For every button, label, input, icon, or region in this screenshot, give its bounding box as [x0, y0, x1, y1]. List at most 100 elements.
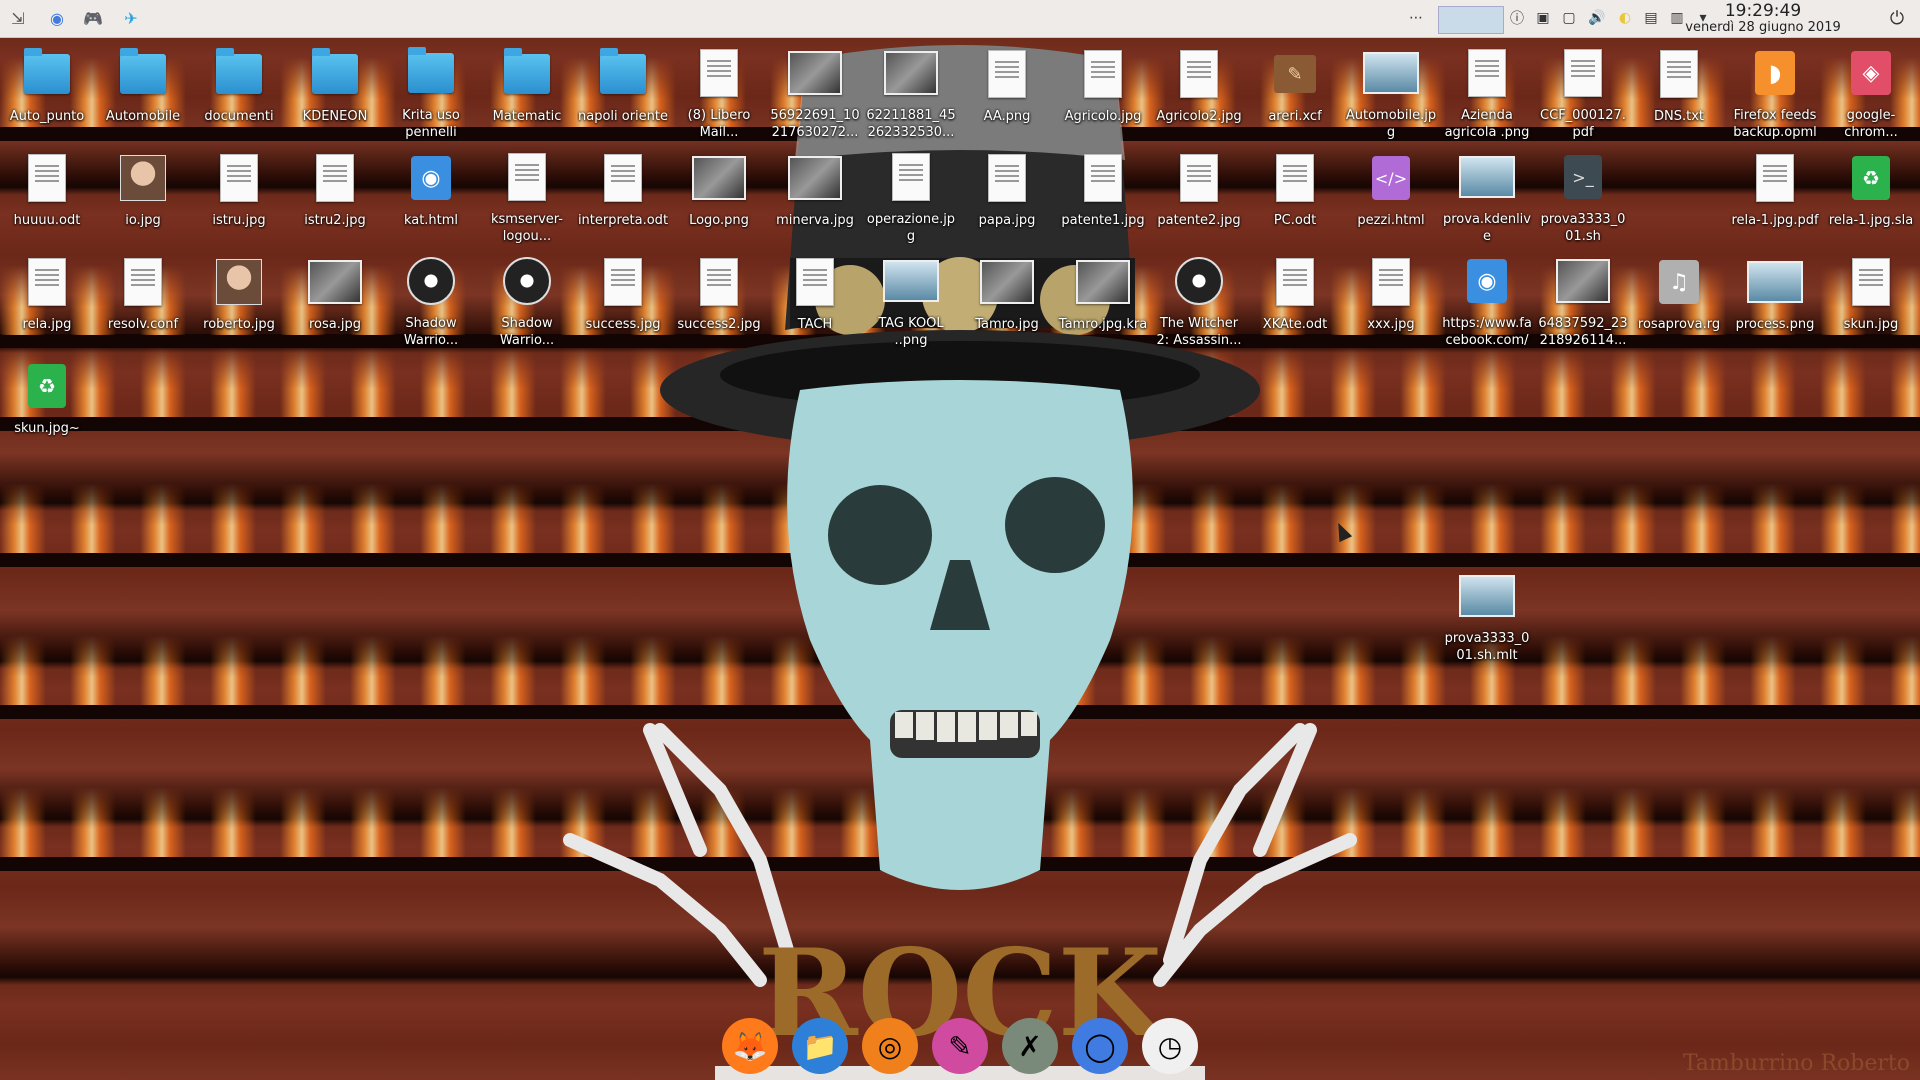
desktop-icon[interactable]: Matematic — [481, 40, 573, 140]
device-notifier-icon[interactable]: ▣ — [1534, 9, 1552, 27]
desktop-icon[interactable]: roberto.jpg — [193, 248, 285, 348]
desktop-icon-label: kat.html — [403, 213, 459, 228]
desktop-icon[interactable]: TACH — [769, 248, 861, 348]
desktop-icon[interactable]: DNS.txt — [1633, 40, 1725, 140]
doc-file-icon — [883, 150, 939, 205]
desktop-icon[interactable]: ◈ google-chrom... — [1825, 40, 1917, 140]
desktop-icon[interactable]: Auto_punto — [1, 40, 93, 140]
desktop-icon[interactable]: Agricolo.jpg — [1057, 40, 1149, 140]
desktop-icon[interactable]: Logo.png — [673, 144, 765, 244]
desktop-icon-label: prova.kdenlive — [1443, 211, 1531, 244]
desktop-icon[interactable]: 56922691_10217630272... — [769, 40, 861, 140]
desktop-icon[interactable]: operazione.jpg — [865, 144, 957, 244]
desktop-icon[interactable]: 64837592_23218926114... — [1537, 248, 1629, 348]
discord-launcher-icon[interactable]: 🎮 — [82, 7, 104, 29]
desktop-icon[interactable]: AA.png — [961, 40, 1053, 140]
desktop-icon[interactable]: skun.jpg — [1825, 248, 1917, 348]
application-launcher-icon[interactable]: ⇲ — [7, 7, 29, 29]
desktop-icon[interactable]: rela-1.jpg.pdf — [1729, 144, 1821, 244]
desktop-icon-label: minerva.jpg — [776, 213, 854, 228]
desktop-icon[interactable]: Shadow Warrio... — [385, 248, 477, 348]
folder-file-icon — [499, 46, 555, 102]
desktop-icon[interactable]: ◉ kat.html — [385, 144, 477, 244]
desktop-icon[interactable]: Automobile — [97, 40, 189, 140]
desktop-icon[interactable]: prova3333_001.sh.mlt — [1441, 563, 1533, 663]
desktop-icon[interactable]: Azienda agricola .png — [1441, 40, 1533, 140]
desktop-icon[interactable]: rela.jpg — [1, 248, 93, 348]
more-options-icon[interactable]: ⋯ — [1407, 9, 1425, 27]
desktop-icon[interactable]: Tamro.jpg — [961, 248, 1053, 348]
clock-time[interactable]: 19:29:49 — [1678, 1, 1848, 21]
xaos-icon[interactable]: ✗ — [1002, 1018, 1058, 1074]
display-icon[interactable]: ▢ — [1560, 9, 1578, 27]
clock-date[interactable]: venerdì 28 giugno 2019 — [1678, 20, 1848, 35]
desktop-icon[interactable]: papa.jpg — [961, 144, 1053, 244]
desktop-icon[interactable]: Tamro.jpg.kra — [1057, 248, 1149, 348]
desktop-icon-label: Auto_punto — [9, 109, 85, 124]
desktop-icon[interactable]: interpreta.odt — [577, 144, 669, 244]
wide-file-icon — [1459, 569, 1515, 624]
desktop-icon[interactable]: huuuu.odt — [1, 144, 93, 244]
clock-icon[interactable]: ◷ — [1142, 1018, 1198, 1074]
chromium-icon[interactable]: ◯ — [1072, 1018, 1128, 1074]
desktop-icon[interactable]: >_ prova3333_001.sh — [1537, 144, 1629, 244]
desktop-icon[interactable]: io.jpg — [97, 144, 189, 244]
files-icon[interactable]: 📁 — [792, 1018, 848, 1074]
desktop-icon[interactable]: Shadow Warrio... — [481, 248, 573, 348]
desktop-icon-label: skun.jpg~ — [14, 421, 80, 436]
volume-icon[interactable]: 🔊 — [1588, 9, 1606, 27]
desktop-icon[interactable]: patente2.jpg — [1153, 144, 1245, 244]
desktop-icon[interactable]: istru2.jpg — [289, 144, 381, 244]
desktop-icon[interactable]: ♻ skun.jpg~ — [1, 352, 93, 452]
desktop-icon[interactable]: KDENEON — [289, 40, 381, 140]
dock: 🦊 📁 ◎ ✎ ✗ ◯ ◷ — [715, 1012, 1205, 1080]
telegram-launcher-icon[interactable]: ✈ — [120, 7, 142, 29]
krita-icon[interactable]: ✎ — [932, 1018, 988, 1074]
clipboard-icon[interactable]: ▤ — [1642, 9, 1660, 27]
desktop-icon[interactable]: ✎ areri.xcf — [1249, 40, 1341, 140]
desktop-icon[interactable]: Automobile.jpg — [1345, 40, 1437, 140]
desktop-icon[interactable]: TAG KOOL ..png — [865, 248, 957, 348]
desktop-icon[interactable]: ♻ rela-1.jpg.sla — [1825, 144, 1917, 244]
notifications-icon[interactable]: ⓘ — [1508, 9, 1526, 27]
disc-file-icon — [499, 254, 555, 309]
chromium-launcher-icon[interactable]: ◉ — [46, 7, 68, 29]
desktop-icon[interactable]: success2.jpg — [673, 248, 765, 348]
desktop-icon[interactable]: prova.kdenlive — [1441, 144, 1533, 244]
desktop-icon[interactable]: rosa.jpg — [289, 248, 381, 348]
desktop-icon[interactable]: napoli oriente — [577, 40, 669, 140]
desktop-icon[interactable]: ◗ Firefox feeds backup.opml — [1729, 40, 1821, 140]
desktop-icon[interactable]: resolv.conf — [97, 248, 189, 348]
wallpaper-watermark: Tamburrino Roberto — [1682, 1051, 1910, 1076]
desktop-icon[interactable]: istru.jpg — [193, 144, 285, 244]
desktop-icon[interactable]: minerva.jpg — [769, 144, 861, 244]
desktop-icon[interactable]: patente1.jpg — [1057, 144, 1149, 244]
desktop-icon[interactable]: CCF_000127.pdf — [1537, 40, 1629, 140]
photo-file-icon — [787, 150, 843, 206]
desktop-icon[interactable]: (8) Libero Mail... — [673, 40, 765, 140]
desktop-icon-label: roberto.jpg — [203, 317, 275, 332]
face-file-icon — [211, 254, 267, 310]
virtual-desktop-pager[interactable] — [1438, 6, 1504, 34]
desktop-icon[interactable]: PC.odt — [1249, 144, 1341, 244]
desktop-icon[interactable]: Krita uso pennelli — [385, 40, 477, 140]
desktop-icon[interactable]: ◉ https:/www.facebook.com/ — [1441, 248, 1533, 348]
desktop-icon[interactable]: Agricolo2.jpg — [1153, 40, 1245, 140]
desktop-icon[interactable]: xxx.jpg — [1345, 248, 1437, 348]
desktop-icon-label: Firefox feeds backup.opml — [1733, 107, 1817, 140]
rss-file-icon: ◗ — [1747, 46, 1803, 101]
desktop-icon[interactable]: The Witcher 2: Assassin... — [1153, 248, 1245, 348]
firefox-icon[interactable]: 🦊 — [722, 1018, 778, 1074]
desktop-icon[interactable]: success.jpg — [577, 248, 669, 348]
desktop-icon[interactable]: ksmserver-logou... — [481, 144, 573, 244]
desktop-icon-label: Automobile.jpg — [1345, 107, 1437, 140]
night-color-icon[interactable]: ◐ — [1616, 9, 1634, 27]
desktop-icon[interactable]: 62211881_45262332530... — [865, 40, 957, 140]
desktop-icon[interactable]: ♫ rosaprova.rg — [1633, 248, 1725, 348]
desktop-icon[interactable]: documenti — [193, 40, 285, 140]
blender-icon[interactable]: ◎ — [862, 1018, 918, 1074]
desktop-icon[interactable]: </> pezzi.html — [1345, 144, 1437, 244]
power-icon[interactable]: ⏻ — [1888, 8, 1906, 29]
desktop-icon[interactable]: XKAte.odt — [1249, 248, 1341, 348]
desktop-icon[interactable]: process.png — [1729, 248, 1821, 348]
